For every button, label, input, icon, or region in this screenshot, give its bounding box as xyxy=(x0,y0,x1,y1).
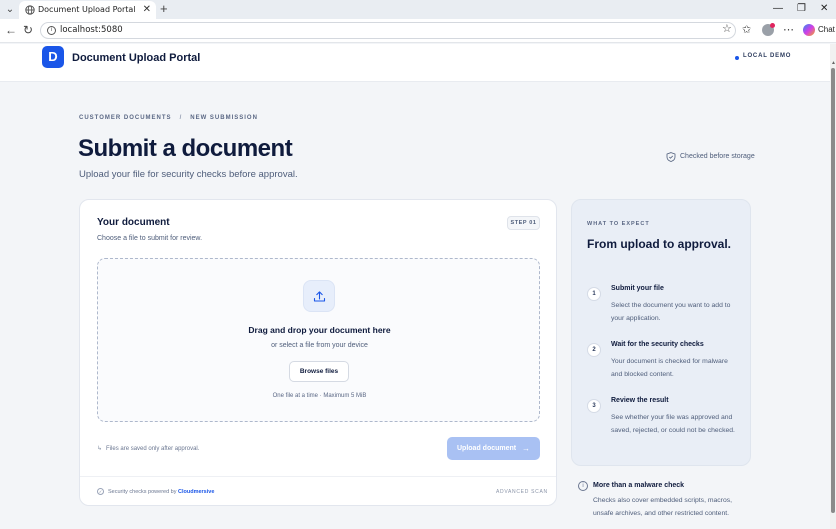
upload-icon xyxy=(313,291,326,302)
side-title: From upload to approval. xyxy=(587,237,732,251)
info-circle-icon: i xyxy=(578,481,588,491)
profile-notification-dot xyxy=(770,23,775,28)
scrollbar-thumb[interactable] xyxy=(831,68,835,513)
dropzone-title: Drag and drop your document here xyxy=(248,325,391,335)
card-subtitle: Choose a file to submit for review. xyxy=(97,235,203,242)
advanced-scan-label: ADVANCED SCAN xyxy=(496,489,548,495)
breadcrumb-item-customer-documents[interactable]: CUSTOMER DOCUMENTS xyxy=(79,115,172,121)
back-arrow-icon[interactable]: ← xyxy=(5,24,17,37)
step-number: 2 xyxy=(587,343,601,357)
step-description: Your document is checked for malware and… xyxy=(611,358,728,378)
more-title: More than a malware check xyxy=(593,482,685,489)
step-title: Review the result xyxy=(611,397,669,404)
dropzone-hint: One file at a time · Maximum 5 MiB xyxy=(272,393,367,399)
chat-label[interactable]: Chat xyxy=(818,25,835,34)
reload-icon[interactable]: ↻ xyxy=(23,24,33,37)
step-number: 3 xyxy=(587,399,601,413)
card-footer: ✓ Security checks powered by Cloudmersive… xyxy=(80,476,556,505)
favorites-icon[interactable]: ✩ xyxy=(742,24,751,36)
step-title: Wait for the security checks xyxy=(611,341,704,348)
upload-document-label: Upload document xyxy=(457,445,517,452)
page-title: Submit a document xyxy=(78,135,293,162)
breadcrumb-separator: / xyxy=(179,115,183,121)
shield-check-icon xyxy=(666,152,676,162)
card-title: Your document xyxy=(97,217,170,228)
app-logo[interactable]: D xyxy=(42,46,64,68)
page-subtitle: Upload your file for security checks bef… xyxy=(79,169,298,180)
local-demo-badge: LOCAL DEMO xyxy=(743,53,792,59)
arrow-right-icon: → xyxy=(522,444,530,453)
step-description: Select the document you want to add to y… xyxy=(611,302,731,322)
scroll-up-icon[interactable]: ▲ xyxy=(831,60,836,66)
status-dot xyxy=(735,56,739,60)
tab-title: Document Upload Portal xyxy=(38,5,136,14)
step-title: Submit your file xyxy=(611,285,664,292)
globe-icon xyxy=(25,5,35,15)
logo-letter: D xyxy=(48,49,58,64)
powered-prefix: Security checks powered by xyxy=(108,488,177,495)
more-description: Checks also cover embedded scripts, macr… xyxy=(593,497,733,517)
browser-tab-active[interactable]: Document Upload Portal ✕ xyxy=(19,1,156,19)
dropzone-subtitle: or select a file from your device xyxy=(271,342,368,349)
cloudmersive-link[interactable]: Cloudmersive xyxy=(178,489,214,495)
corner-arrow-icon: ↳ xyxy=(97,446,103,452)
file-dropzone[interactable]: Drag and drop your document here or sele… xyxy=(97,258,540,422)
address-bar[interactable]: i localhost:5080 xyxy=(40,22,736,39)
tab-close-icon[interactable]: ✕ xyxy=(143,4,151,16)
side-eyebrow: WHAT TO EXPECT xyxy=(587,221,650,227)
upload-document-button[interactable]: Upload document → xyxy=(447,437,540,460)
check-circle-icon: ✓ xyxy=(97,488,104,495)
save-footnote-text: Files are saved only after approval. xyxy=(106,446,200,452)
save-footnote: ↳ Files are saved only after approval. xyxy=(97,445,199,452)
url-text[interactable]: localhost:5080 xyxy=(60,25,123,35)
page-scrollbar[interactable]: ▲ xyxy=(830,44,836,529)
new-tab-icon[interactable]: + xyxy=(160,1,168,17)
step-badge: STEP 01 xyxy=(507,216,540,230)
step-number: 1 xyxy=(587,287,601,301)
browser-toolbar: ← ↻ i localhost:5080 ☆ ✩ ⋯ Chat xyxy=(0,19,836,43)
browse-files-button[interactable]: Browse files xyxy=(289,361,349,382)
window-close-icon[interactable]: ✕ xyxy=(820,2,828,16)
site-info-icon[interactable]: i xyxy=(47,26,56,35)
copilot-icon[interactable] xyxy=(803,24,815,36)
tab-list-chevron-icon[interactable]: ⌄ xyxy=(3,3,17,16)
checked-before-storage-text: Checked before storage xyxy=(680,153,755,160)
upload-card: Your document Choose a file to submit fo… xyxy=(79,199,557,506)
more-menu-icon[interactable]: ⋯ xyxy=(783,24,794,36)
minimize-icon[interactable]: — xyxy=(773,2,783,16)
restore-icon[interactable]: ❐ xyxy=(797,2,806,16)
breadcrumb-item-new-submission: NEW SUBMISSION xyxy=(190,115,258,121)
bookmark-star-icon[interactable]: ☆ xyxy=(722,23,732,35)
app-title: Document Upload Portal xyxy=(72,52,201,64)
upload-icon-tile xyxy=(303,280,335,312)
breadcrumb: CUSTOMER DOCUMENTS / NEW SUBMISSION xyxy=(79,115,258,121)
browser-tab-bar: ⌄ Document Upload Portal ✕ + — ❐ ✕ xyxy=(0,0,836,19)
powered-by-text: ✓ Security checks powered by Cloudmersive xyxy=(97,488,214,495)
step-description: See whether your file was approved and s… xyxy=(611,414,735,434)
app-header: D Document Upload Portal LOCAL DEMO xyxy=(0,44,830,82)
what-to-expect-panel: WHAT TO EXPECT From upload to approval. … xyxy=(571,199,751,466)
